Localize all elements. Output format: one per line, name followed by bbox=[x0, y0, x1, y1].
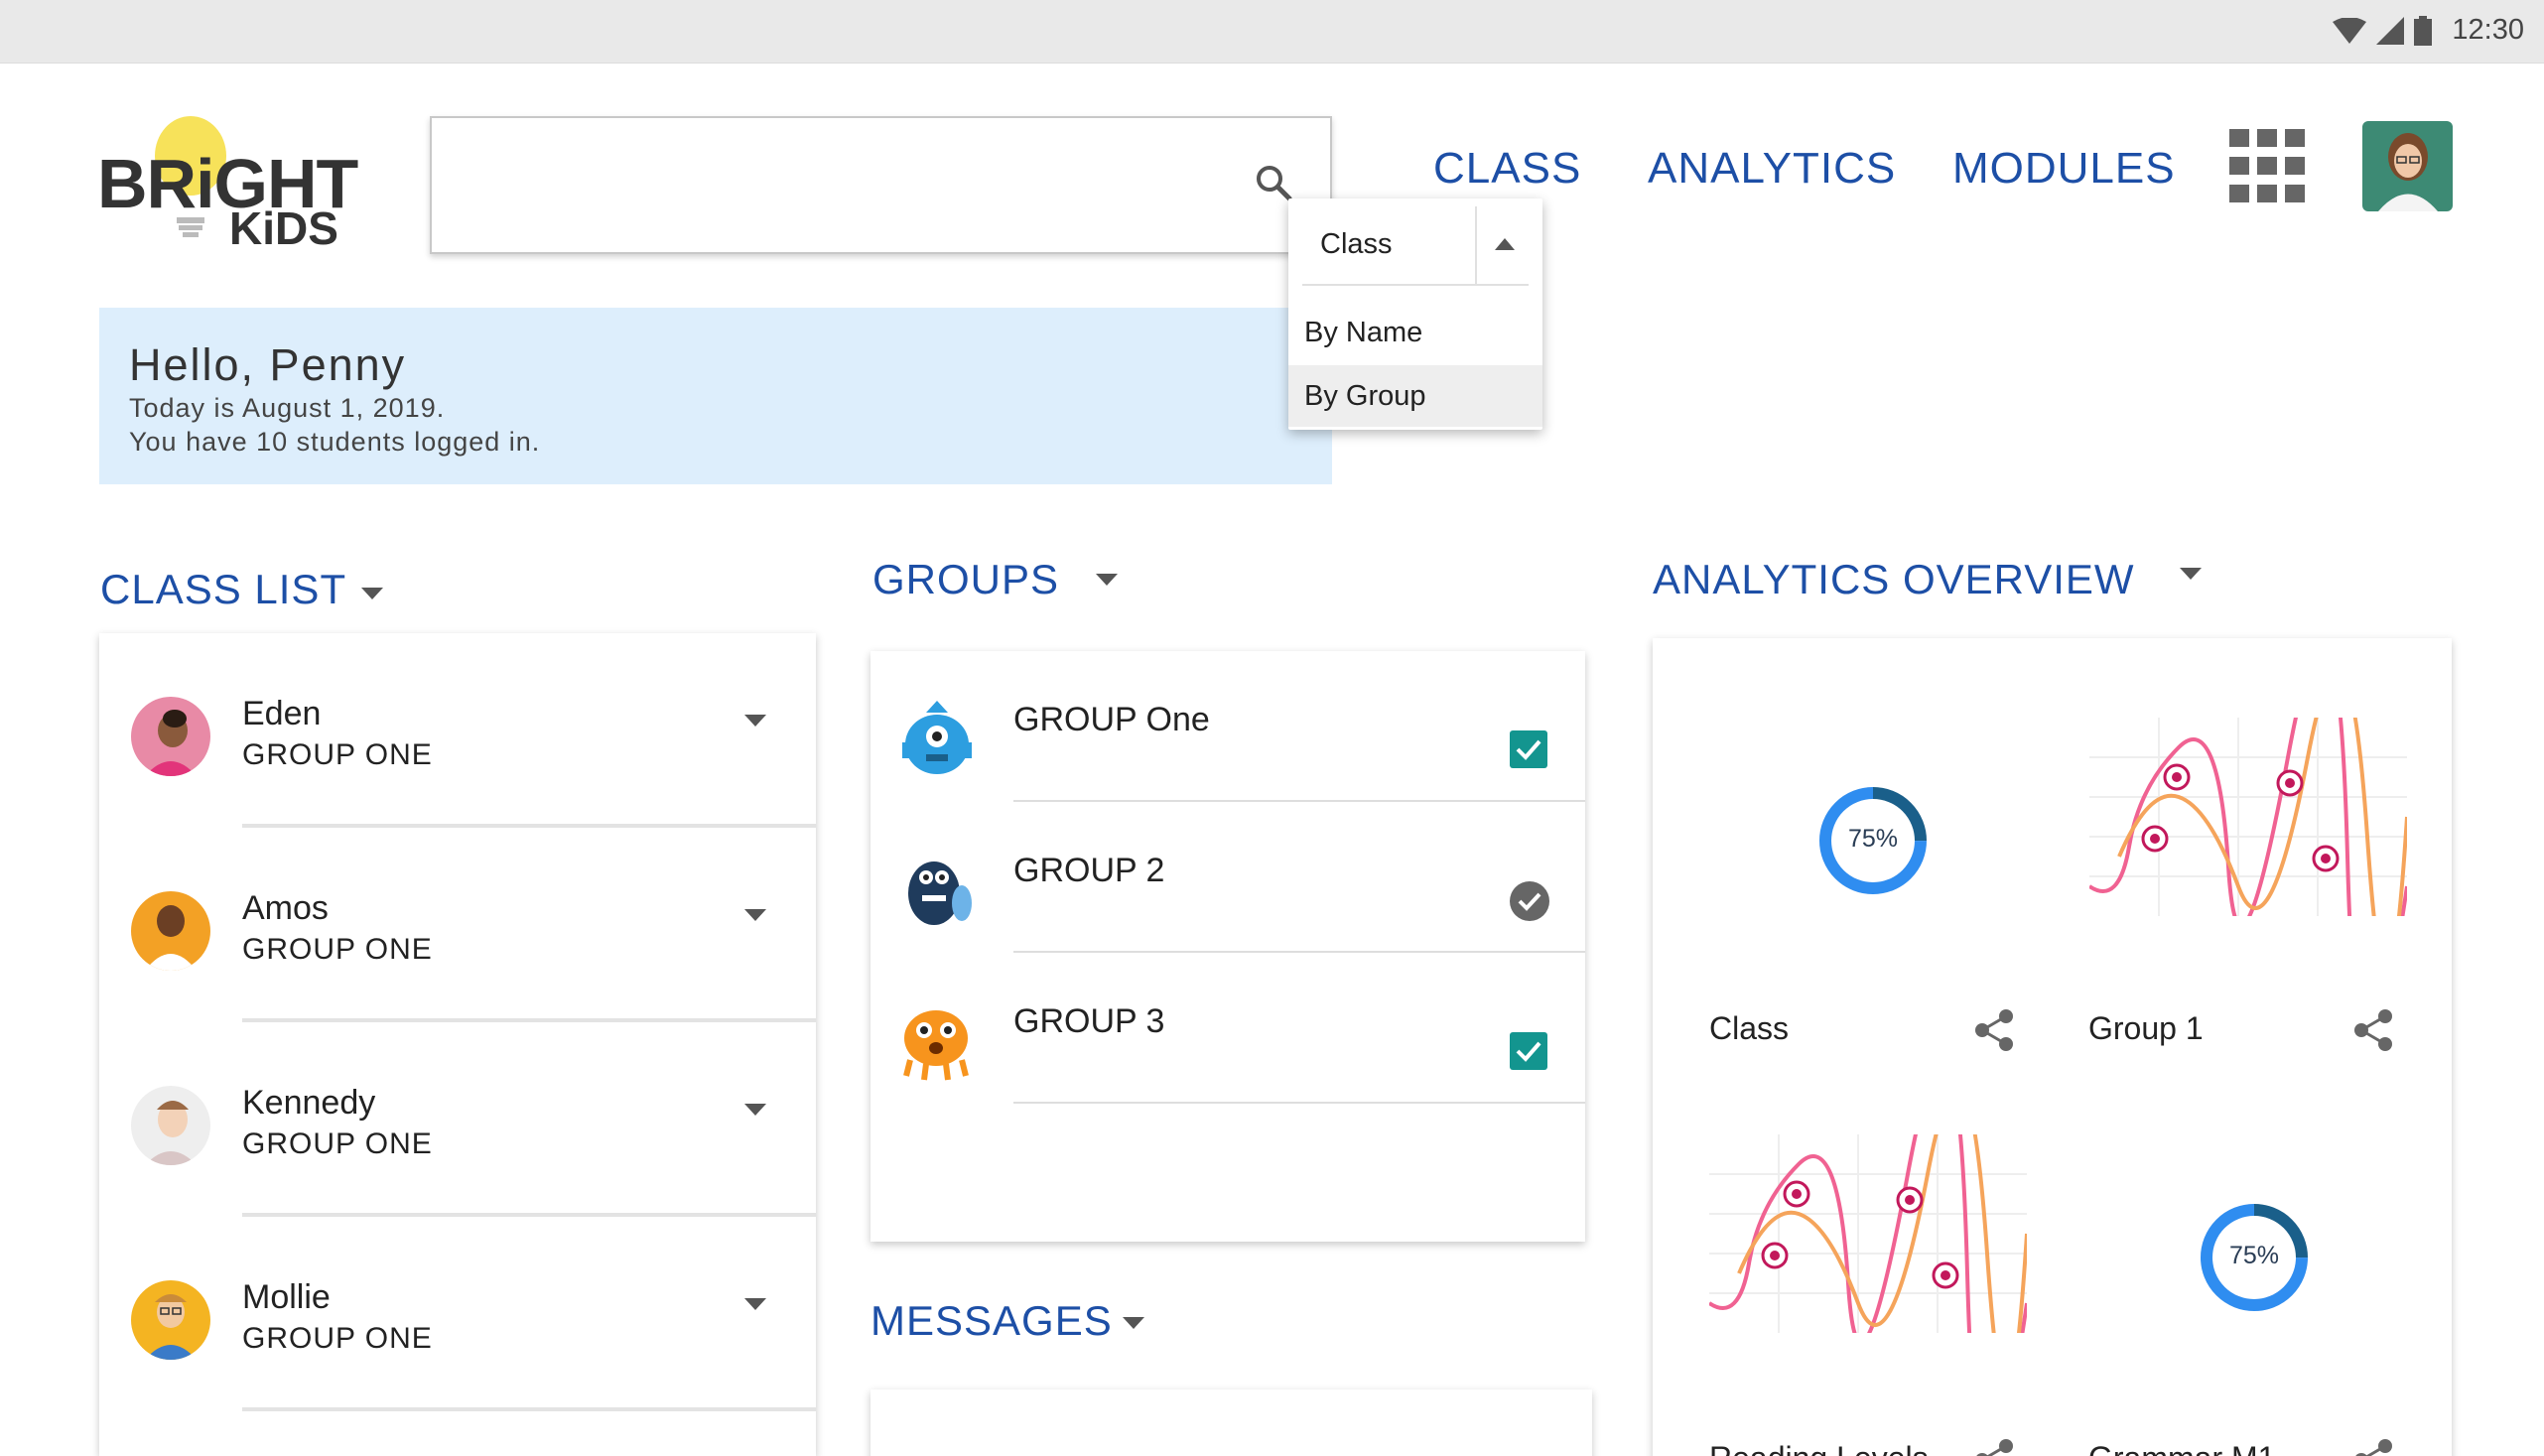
messages-card bbox=[870, 1390, 1592, 1456]
student-name: Kennedy bbox=[242, 1084, 376, 1122]
student-group: GROUP ONE bbox=[242, 1322, 433, 1355]
groups-title[interactable]: GROUPS bbox=[872, 556, 1059, 603]
greeting-title: Hello, Penny bbox=[129, 339, 407, 390]
student-group: GROUP ONE bbox=[242, 933, 433, 966]
caret-up-icon[interactable] bbox=[1495, 238, 1515, 250]
blue-monster-icon bbox=[902, 701, 972, 774]
metric-label: Grammar M1 bbox=[2088, 1440, 2275, 1456]
greeting-students: You have 10 students logged in. bbox=[129, 427, 541, 457]
search-input[interactable] bbox=[430, 116, 1332, 254]
signal-icon bbox=[2376, 16, 2405, 45]
student-name: Mollie bbox=[242, 1278, 331, 1316]
clock: 12:30 bbox=[2452, 14, 2524, 46]
metric-label: Class bbox=[1709, 1010, 1790, 1046]
student-row[interactable]: Eden GROUP ONE bbox=[99, 633, 816, 828]
class-donut-value: 75% bbox=[1848, 825, 1899, 853]
student-avatar bbox=[131, 1086, 210, 1165]
logo-word-kids: KiDS bbox=[229, 202, 338, 254]
group-row[interactable]: GROUP One bbox=[870, 651, 1585, 802]
wifi-icon bbox=[2333, 17, 2367, 44]
reading-levels-line-chart bbox=[1709, 1134, 2027, 1333]
class-list-card: Eden GROUP ONE Amos GROUP ONE Kennedy GR… bbox=[99, 633, 816, 1456]
chevron-down-icon[interactable] bbox=[2180, 568, 2202, 580]
divider bbox=[1013, 1102, 1585, 1104]
chevron-down-icon[interactable] bbox=[744, 909, 766, 921]
metric-grammar-m1[interactable]: 75% Grammar M1 bbox=[2050, 1055, 2452, 1456]
analytics-overview-title[interactable]: ANALYTICS OVERVIEW bbox=[1653, 556, 2135, 603]
share-icon[interactable] bbox=[1974, 1008, 2014, 1052]
chevron-down-icon[interactable] bbox=[1123, 1317, 1144, 1329]
dropdown-option-by-group[interactable]: By Group bbox=[1288, 365, 1542, 427]
metric-reading-levels[interactable]: Reading Levels bbox=[1653, 1055, 2050, 1456]
check-circle-icon[interactable] bbox=[1510, 881, 1549, 921]
grammar-donut-value: 75% bbox=[2229, 1242, 2280, 1269]
student-name: Amos bbox=[242, 889, 329, 927]
metric-label: Reading Levels bbox=[1709, 1440, 1929, 1456]
messages-title[interactable]: MESSAGES bbox=[870, 1297, 1113, 1345]
dropdown-divider bbox=[1475, 206, 1477, 286]
share-icon[interactable] bbox=[2353, 1438, 2393, 1456]
nav-analytics[interactable]: ANALYTICS bbox=[1648, 144, 1896, 194]
search-icon[interactable] bbox=[1255, 164, 1294, 203]
group-1-line-chart bbox=[2089, 718, 2407, 916]
chevron-down-icon[interactable] bbox=[1096, 574, 1118, 586]
group-name: GROUP One bbox=[1013, 701, 1210, 738]
nav-modules[interactable]: MODULES bbox=[1952, 144, 2176, 194]
student-group: GROUP ONE bbox=[242, 738, 433, 771]
apps-grid-icon[interactable] bbox=[2229, 129, 2305, 204]
divider bbox=[242, 1407, 816, 1411]
student-row[interactable]: Amos GROUP ONE bbox=[99, 828, 816, 1022]
group-row[interactable]: GROUP 3 bbox=[870, 953, 1585, 1104]
chevron-down-icon[interactable] bbox=[744, 1298, 766, 1310]
status-icons: 12:30 bbox=[2333, 14, 2524, 47]
chevron-down-icon[interactable] bbox=[361, 588, 383, 599]
metric-label: Group 1 bbox=[2088, 1010, 2204, 1046]
chevron-down-icon[interactable] bbox=[744, 715, 766, 727]
checkbox-checked-icon[interactable] bbox=[1510, 730, 1547, 768]
greeting-banner: Hello, Penny Today is August 1, 2019. Yo… bbox=[99, 308, 1332, 484]
bright-kids-logo[interactable]: BRiGHT KiDS bbox=[97, 114, 358, 254]
user-avatar[interactable] bbox=[2362, 121, 2453, 211]
metric-group-1[interactable]: Group 1 bbox=[2050, 638, 2452, 1055]
group-name: GROUP 2 bbox=[1013, 852, 1165, 889]
student-row[interactable]: Mollie GROUP ONE bbox=[99, 1217, 816, 1411]
dropdown-selected: Class bbox=[1320, 228, 1393, 260]
dark-monster-icon bbox=[908, 861, 972, 925]
dropdown-option-by-name[interactable]: By Name bbox=[1288, 302, 1542, 363]
student-group: GROUP ONE bbox=[242, 1127, 433, 1160]
orange-monster-icon bbox=[903, 1010, 969, 1081]
nav-class[interactable]: CLASS bbox=[1433, 144, 1581, 194]
chevron-down-icon[interactable] bbox=[744, 1104, 766, 1116]
student-row[interactable]: Kennedy GROUP ONE bbox=[99, 1022, 816, 1217]
student-avatar bbox=[131, 697, 210, 776]
student-avatar bbox=[131, 1280, 210, 1360]
group-row[interactable]: GROUP 2 bbox=[870, 802, 1585, 953]
group-name: GROUP 3 bbox=[1013, 1002, 1165, 1040]
share-icon[interactable] bbox=[1974, 1438, 2014, 1456]
groups-card: GROUP One GROUP 2 GROUP 3 bbox=[870, 651, 1585, 1242]
metric-class[interactable]: 75% Class bbox=[1653, 638, 2050, 1055]
battery-icon bbox=[2414, 15, 2433, 46]
share-icon[interactable] bbox=[2353, 1008, 2393, 1052]
student-name: Eden bbox=[242, 695, 322, 732]
greeting-date: Today is August 1, 2019. bbox=[129, 393, 446, 423]
search-filter-dropdown[interactable]: Class By Name By Group bbox=[1288, 199, 1542, 430]
checkbox-checked-icon[interactable] bbox=[1510, 1032, 1547, 1070]
status-bar: 12:30 bbox=[0, 0, 2544, 64]
student-avatar bbox=[131, 891, 210, 971]
analytics-card: 75% Class Group 1 75% bbox=[1653, 638, 2452, 1456]
dropdown-header[interactable]: Class bbox=[1302, 206, 1529, 286]
class-list-title[interactable]: CLASS LIST bbox=[100, 566, 346, 613]
